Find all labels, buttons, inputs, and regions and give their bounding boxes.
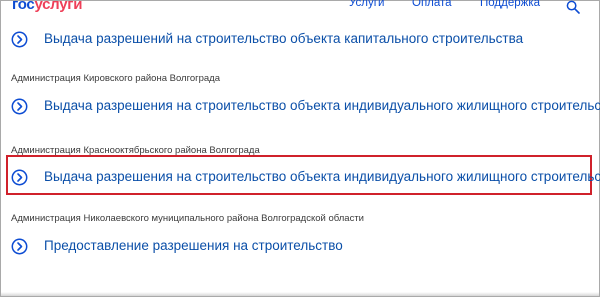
logo-part-gos: гос [12, 0, 35, 13]
service-title: Предоставление разрешения на строительст… [44, 238, 343, 253]
service-title: Выдача разрешения на строительство объек… [44, 98, 600, 113]
chevron-right-circle-icon [11, 98, 28, 115]
chevron-right-circle-icon [11, 169, 28, 186]
service-title: Выдача разрешений на строительство объек… [44, 31, 524, 46]
logo-part-uslugi: услуги [34, 0, 83, 13]
search-icon[interactable] [566, 0, 580, 14]
nav-payment[interactable]: Оплата [412, 0, 452, 9]
chevron-right-circle-icon [11, 238, 28, 255]
site-header: госуслуги Услуги Оплата Поддержка [0, 0, 598, 18]
gosuslugi-logo[interactable]: госуслуги [12, 0, 82, 13]
chevron-right-circle-icon [11, 31, 28, 48]
nav-services[interactable]: Услуги [349, 0, 384, 9]
service-title: Выдача разрешения на строительство объек… [44, 169, 600, 184]
organization-label: Администрация Николаевского муниципально… [11, 213, 364, 224]
organization-label: Администрация Кировского района Волгогра… [11, 73, 220, 84]
nav-support[interactable]: Поддержка [480, 0, 540, 9]
